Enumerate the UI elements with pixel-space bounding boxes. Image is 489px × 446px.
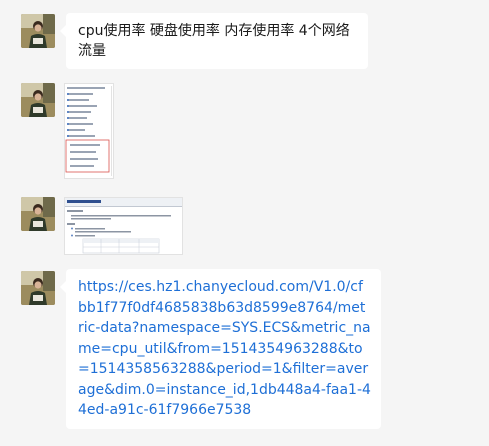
sender-avatar[interactable] [21,14,55,48]
message-bubble-text[interactable]: cpu使用率 硬盘使用率 内存使用率 4个网络流量 [60,13,368,69]
message-text: cpu使用率 硬盘使用率 内存使用率 4个网络流量 [78,23,350,59]
message-link[interactable]: https://ces.hz1.chanyecloud.com/V1.0/cfb… [78,279,371,418]
api-document-screenshot-thumbnail[interactable] [64,197,183,255]
directory-tree-screenshot-thumbnail[interactable] [64,83,114,179]
message-bubble-link[interactable]: https://ces.hz1.chanyecloud.com/V1.0/cfb… [60,269,381,429]
sender-avatar[interactable] [21,197,55,231]
sender-avatar[interactable] [21,83,55,117]
sender-avatar[interactable] [21,271,55,305]
